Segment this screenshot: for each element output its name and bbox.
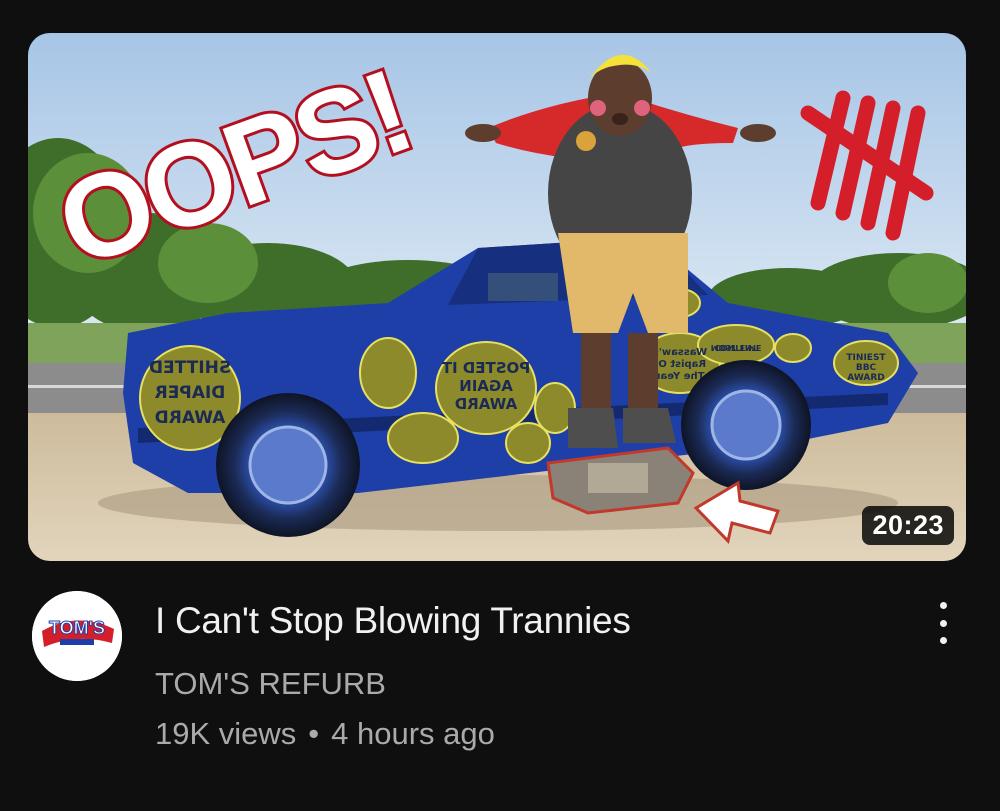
svg-text:TOM'S: TOM'S xyxy=(49,618,105,638)
menu-dot xyxy=(939,637,947,644)
svg-text:DIAPER: DIAPER xyxy=(155,383,226,403)
more-vert-icon[interactable] xyxy=(928,602,958,644)
channel-logo: TOM'S xyxy=(32,591,122,681)
svg-text:POSTED IT: POSTED IT xyxy=(441,359,530,377)
svg-text:The Year: The Year xyxy=(655,371,704,382)
video-card[interactable]: SHITTED DIAPER AWARD POSTED IT AGAIN AWA… xyxy=(0,0,1000,811)
menu-dot xyxy=(939,602,947,609)
svg-text:SHITTED: SHITTED xyxy=(149,358,231,378)
svg-text:AWARD: AWARD xyxy=(455,395,517,413)
video-duration: 20:23 xyxy=(862,506,954,545)
svg-text:AGAIN: AGAIN xyxy=(459,377,513,395)
view-count: 19K views xyxy=(155,716,297,751)
channel-avatar[interactable]: TOM'S xyxy=(32,591,122,681)
svg-text:TINIEST: TINIEST xyxy=(846,353,886,363)
svg-text:AWARD: AWARD xyxy=(847,373,884,383)
menu-dot xyxy=(939,619,947,627)
svg-text:AWARD: AWARD xyxy=(155,408,226,428)
svg-text:Wassaw's: Wassaw's xyxy=(653,347,707,358)
video-stats: 19K views • 4 hours ago xyxy=(155,716,895,752)
svg-text:BBC: BBC xyxy=(856,363,877,373)
thumbnail-image: SHITTED DIAPER AWARD POSTED IT AGAIN AWA… xyxy=(28,33,966,561)
svg-text:CONTENT: CONTENT xyxy=(715,343,758,352)
channel-name[interactable]: TOM'S REFURB xyxy=(155,666,895,702)
video-thumbnail[interactable]: SHITTED DIAPER AWARD POSTED IT AGAIN AWA… xyxy=(28,33,966,561)
separator-dot: • xyxy=(308,716,320,751)
svg-text:Rapist Of: Rapist Of xyxy=(653,359,706,370)
video-meta: I Can't Stop Blowing Trannies TOM'S REFU… xyxy=(155,598,895,752)
video-title[interactable]: I Can't Stop Blowing Trannies xyxy=(155,598,895,644)
upload-age: 4 hours ago xyxy=(331,716,495,751)
